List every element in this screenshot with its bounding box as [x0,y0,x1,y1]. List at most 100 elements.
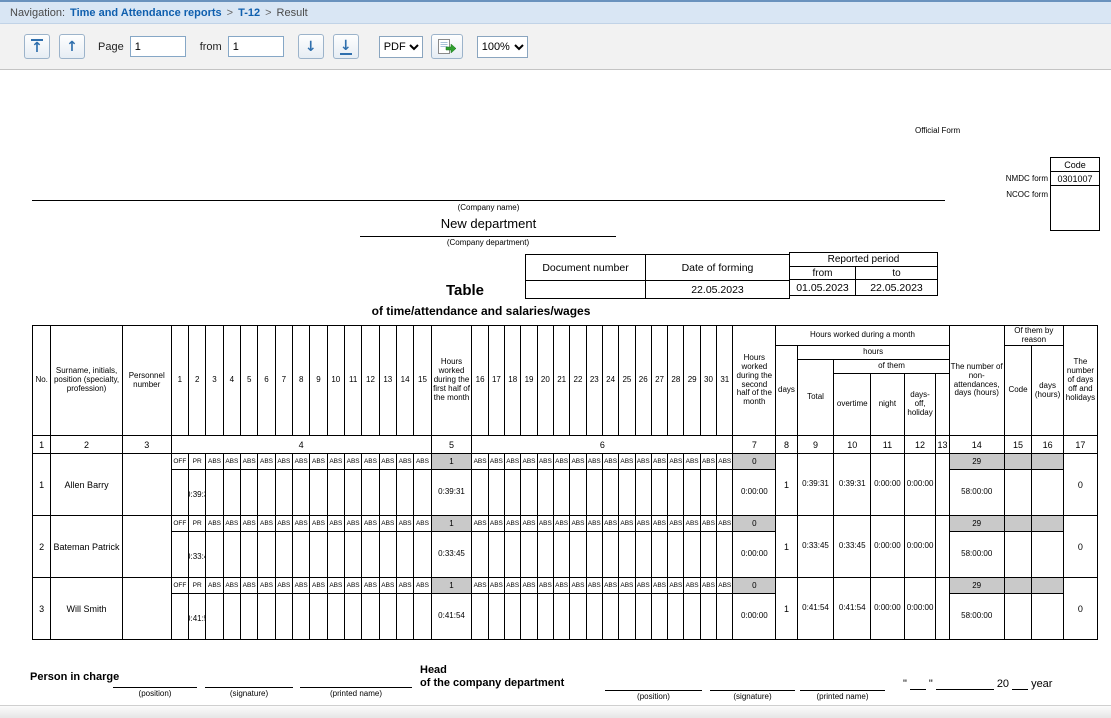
arrow-down-icon: ↓ [305,40,317,54]
day-code-cell: ABS [310,578,327,594]
day-hours-cell [537,470,553,516]
day-hours-cell [362,532,379,578]
day-hours-cell [537,532,553,578]
day-code-cell: OFF [171,516,188,532]
zoom-select[interactable]: 100% [477,36,528,58]
row-no-cell: 3 [33,578,51,640]
company-name-value: New department [32,216,945,231]
breadcrumb: Navigation: Time and Attendance reports … [0,0,1111,24]
night-hours-cell: 0:00:00 [871,516,905,578]
night-hours-cell: 0:00:00 [871,454,905,516]
timesheet-header-cell: The number of days off and holidays [1063,326,1097,436]
day-hours-cell [586,594,602,640]
day-code-cell: ABS [553,454,569,470]
day-code-cell: ABS [602,516,618,532]
total-pages-input[interactable] [228,36,284,57]
day-code-cell: ABS [223,578,240,594]
previous-page-button[interactable]: ↑ [59,34,85,59]
ncoc-form-label: NCOC form [988,190,1048,199]
non-attendance-hours-cell: 58:00:00 [949,470,1004,516]
nav-link-t12[interactable]: T-12 [238,7,260,19]
export-format-select[interactable]: PDF [379,36,423,58]
day-code-cell: ABS [553,578,569,594]
second-half-hours-cell: 0:00:00 [733,594,776,640]
day-hours-cell [570,594,586,640]
signature-line: (signature) [205,687,293,698]
timesheet-header-cell: 25 [619,326,635,436]
day-hours-cell [293,470,310,516]
month-days-cell: 1 [776,454,797,516]
reason-days-cell [1032,454,1064,470]
empty-cell [936,578,949,640]
day-hours-cell [241,532,258,578]
day-hours-cell [258,470,275,516]
signature-line: (printed name) [300,687,412,698]
day-hours-cell [488,532,504,578]
timesheet-header-cell: 8 [293,326,310,436]
day-hours-cell [275,594,292,640]
day-hours-cell [344,470,361,516]
day-hours-cell [293,532,310,578]
document-info-table: Document number Date of forming 22.05.20… [525,254,790,299]
page-input[interactable] [130,36,186,57]
head-label-line2: of the company department [420,677,564,689]
day-code-cell: ABS [241,578,258,594]
timesheet-header-cell: 28 [668,326,684,436]
year-suffix: year [1031,678,1052,690]
day-code-cell: ABS [344,516,361,532]
day-hours-cell: 0:41:54 [189,594,206,640]
day-code-cell: ABS [258,454,275,470]
nav-link-time-attendance-reports[interactable]: Time and Attendance reports [70,7,222,19]
day-hours-cell [206,470,223,516]
day-code-cell: PR [189,578,206,594]
day-hours-cell [293,594,310,640]
day-hours-cell [171,470,188,516]
day-code-cell: ABS [472,516,488,532]
horizontal-scrollbar[interactable] [0,705,1111,718]
first-half-hours-cell: 0:33:45 [431,532,472,578]
day-code-cell: ABS [327,578,344,594]
timesheet-header-cell: 12 [362,326,379,436]
reason-code-bottom-cell [1004,470,1032,516]
day-code-cell: ABS [684,516,700,532]
total-hours-cell: 0:41:54 [797,578,834,640]
report-viewer-window: Navigation: Time and Attendance reports … [0,0,1111,718]
nav-current-result: Result [277,7,308,19]
period-from-header: from [790,267,856,280]
day-code-cell: ABS [570,578,586,594]
next-page-button[interactable]: ↓ [298,34,324,59]
second-half-days-cell: 0 [733,578,776,594]
column-number-cell: 7 [733,436,776,454]
day-hours-cell [258,594,275,640]
day-hours-cell [379,470,396,516]
day-hours-cell [635,532,651,578]
day-code-cell: ABS [344,578,361,594]
day-code-cell: ABS [258,516,275,532]
export-button[interactable] [431,34,463,59]
position-caption: (position) [139,689,172,698]
column-number-cell: 10 [834,436,871,454]
last-page-button[interactable]: ↓ [333,34,359,59]
day-code-cell: ABS [414,578,431,594]
day-code-cell: ABS [717,578,733,594]
timesheet-header-cell: 27 [651,326,667,436]
date-blank-line [910,678,926,690]
day-code-cell: ABS [602,454,618,470]
reported-period-table: Reported period from to 01.05.2023 22.05… [789,252,938,296]
quote-close: " [929,678,933,690]
day-hours-cell [414,532,431,578]
column-number-cell: 16 [1032,436,1064,454]
day-code-cell: ABS [379,454,396,470]
day-code-cell: ABS [223,516,240,532]
day-code-cell: ABS [293,454,310,470]
overtime-hours-cell: 0:39:31 [834,454,871,516]
day-code-cell: ABS [327,454,344,470]
overtime-hours-cell: 0:41:54 [834,578,871,640]
day-code-cell: ABS [586,578,602,594]
report-title: Table [446,282,484,299]
first-page-button[interactable]: ↑ [24,34,50,59]
day-hours-cell [241,470,258,516]
non-attendance-days-cell: 29 [949,578,1004,594]
day-code-cell: ABS [619,454,635,470]
day-hours-cell [619,594,635,640]
